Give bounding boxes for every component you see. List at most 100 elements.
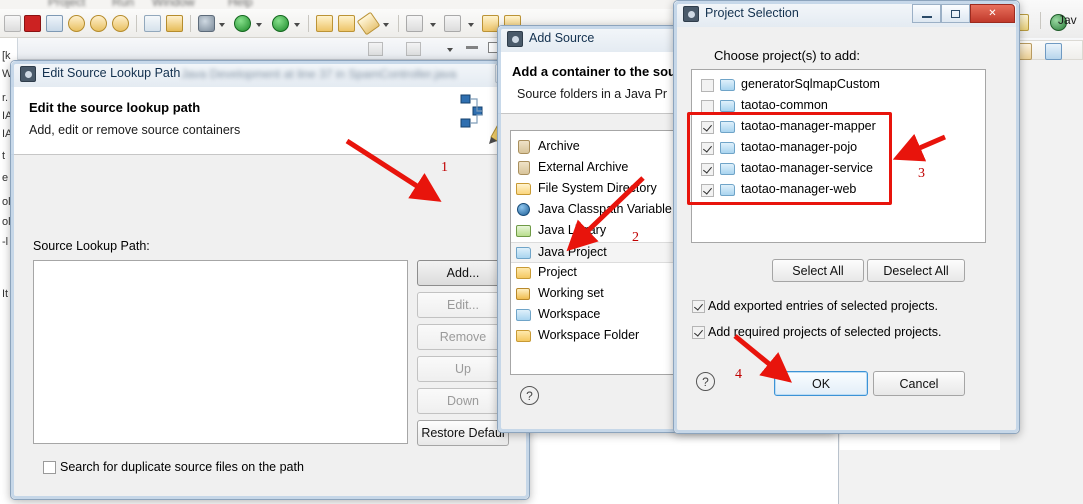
add-exported-entries-label: Add exported entries of selected project… [708,299,938,313]
library-icon [516,225,531,237]
coverage-icon[interactable] [272,15,289,32]
new-java-project-icon[interactable] [316,15,333,32]
tree-line: e [2,172,9,184]
eclipse-icon [507,31,523,47]
dialog-title-bar[interactable]: Edit Source Lookup Path Java Development… [11,61,529,87]
step-into-icon[interactable] [68,15,85,32]
dialog-title: Edit Source Lookup Path [42,66,181,80]
tree-line: It [2,288,9,300]
ok-button[interactable]: OK [774,371,868,396]
menu-item-help[interactable]: Help [228,0,253,9]
minimize-view-icon[interactable] [466,46,478,49]
new-wizard-icon[interactable] [406,15,423,32]
tree-line: -l [2,236,9,248]
annotation-highlight-projects [687,112,892,205]
source-lookup-path-label: Source Lookup Path: [33,239,150,253]
project-folder-icon [720,100,735,112]
search-duplicates-checkbox[interactable] [43,461,56,474]
add-button[interactable]: Add... [417,260,509,286]
perspective-label[interactable]: Jav [1058,13,1077,27]
step-over-icon[interactable] [90,15,107,32]
step-filters-icon[interactable] [46,15,63,32]
dialog-heading: Edit the source lookup path [29,100,201,115]
step-return-icon[interactable] [112,15,129,32]
project-checkbox[interactable] [701,79,714,92]
menu-item-project[interactable]: Project [48,0,85,9]
archive-icon [518,140,530,154]
close-icon: ✕ [988,8,997,19]
window-buttons[interactable]: ✕ [912,4,1015,23]
toggle-panel-icon[interactable] [4,15,21,32]
search-duplicates-label: Search for duplicate source files on the… [60,460,304,474]
add-exported-entries-checkbox[interactable] [692,300,705,313]
toolbar-separator [190,15,191,32]
workspace-icon [516,309,531,321]
pin-view-icon[interactable] [406,42,421,56]
project-folder-icon [720,79,735,91]
list-item-label: External Archive [538,160,629,174]
edit-button: Edit... [417,292,509,318]
minimize-button[interactable] [912,4,941,23]
run-dropdown-icon[interactable] [256,23,262,27]
screen: Project Run Window Help [k W r. IA IA t … [0,0,1083,504]
menu-item-run[interactable]: Run [112,0,134,9]
debug-dropdown-icon[interactable] [219,23,225,27]
select-all-button[interactable]: Select All [772,259,864,282]
eclipse-icon [20,66,36,82]
drop-to-frame-icon[interactable] [144,15,161,32]
dialog-header: Edit the source lookup path Add, edit or… [11,87,529,155]
annotation-number-4: 4 [735,367,742,382]
annotation-number-1: 1 [441,160,448,175]
help-icon[interactable]: ? [520,386,539,405]
dialog-title: Add Source [529,31,595,45]
save-icon[interactable] [444,15,461,32]
help-icon[interactable]: ? [696,372,715,391]
link-editor-icon[interactable] [1045,43,1062,60]
annotation-number-3: 3 [918,166,925,181]
edit-source-lookup-path-dialog[interactable]: Edit Source Lookup Path Java Development… [10,60,530,500]
external-tools-icon[interactable] [356,11,381,36]
add-required-projects-checkbox[interactable] [692,326,705,339]
list-item-label: Workspace [538,307,601,321]
list-item-label: Java Project [538,245,607,259]
debug-bug-icon[interactable] [198,15,215,32]
coverage-dropdown-icon[interactable] [294,23,300,27]
restore-defaults-button[interactable]: Restore Defaul [417,420,509,446]
dialog-title-bar[interactable]: Project Selection ✕ [674,1,1019,27]
cancel-button[interactable]: Cancel [873,371,965,396]
deselect-all-button[interactable]: Deselect All [867,259,965,282]
dialog-title-secondary: Java Development at line 37 in SpamContr… [181,67,457,81]
close-button[interactable]: ✕ [970,4,1015,23]
workspace-folder-icon [516,330,531,342]
use-step-filters-icon[interactable] [166,15,183,32]
list-item-label: Project [538,265,577,279]
view-menu-dropdown-icon[interactable] [447,48,453,52]
choose-projects-label: Choose project(s) to add: [714,48,860,63]
save-dropdown-icon[interactable] [468,23,474,27]
source-lookup-path-list[interactable] [33,260,408,444]
dialog-subheading: Add, edit or remove source containers [29,123,241,137]
globe-icon [517,203,530,216]
toolbar-separator [398,15,399,32]
folder-icon [516,183,531,195]
run-icon[interactable] [234,15,251,32]
project-label: taotao-common [741,98,828,112]
tree-line: t [2,150,6,162]
terminate-icon[interactable] [24,15,41,32]
menu-item-window[interactable]: Window [152,0,195,9]
project-list-item[interactable]: generatorSqlmapCustom [692,75,985,96]
open-type-icon[interactable] [338,15,355,32]
down-button: Down [417,388,509,414]
toolbar-separator [308,15,309,32]
list-item-label: Working set [538,286,604,300]
project-selection-dialog[interactable]: Project Selection ✕ Choose project(s) to… [673,0,1020,434]
external-tools-dropdown-icon[interactable] [383,23,389,27]
new-wizard-dropdown-icon[interactable] [430,23,436,27]
toolbar-separator [136,15,137,32]
tree-line: [k [2,50,11,62]
maximize-button[interactable] [941,4,970,23]
view-menu-icon[interactable] [368,42,383,56]
list-item-label: Archive [538,139,580,153]
up-button: Up [417,356,509,382]
list-item-label: File System Directory [538,181,657,195]
